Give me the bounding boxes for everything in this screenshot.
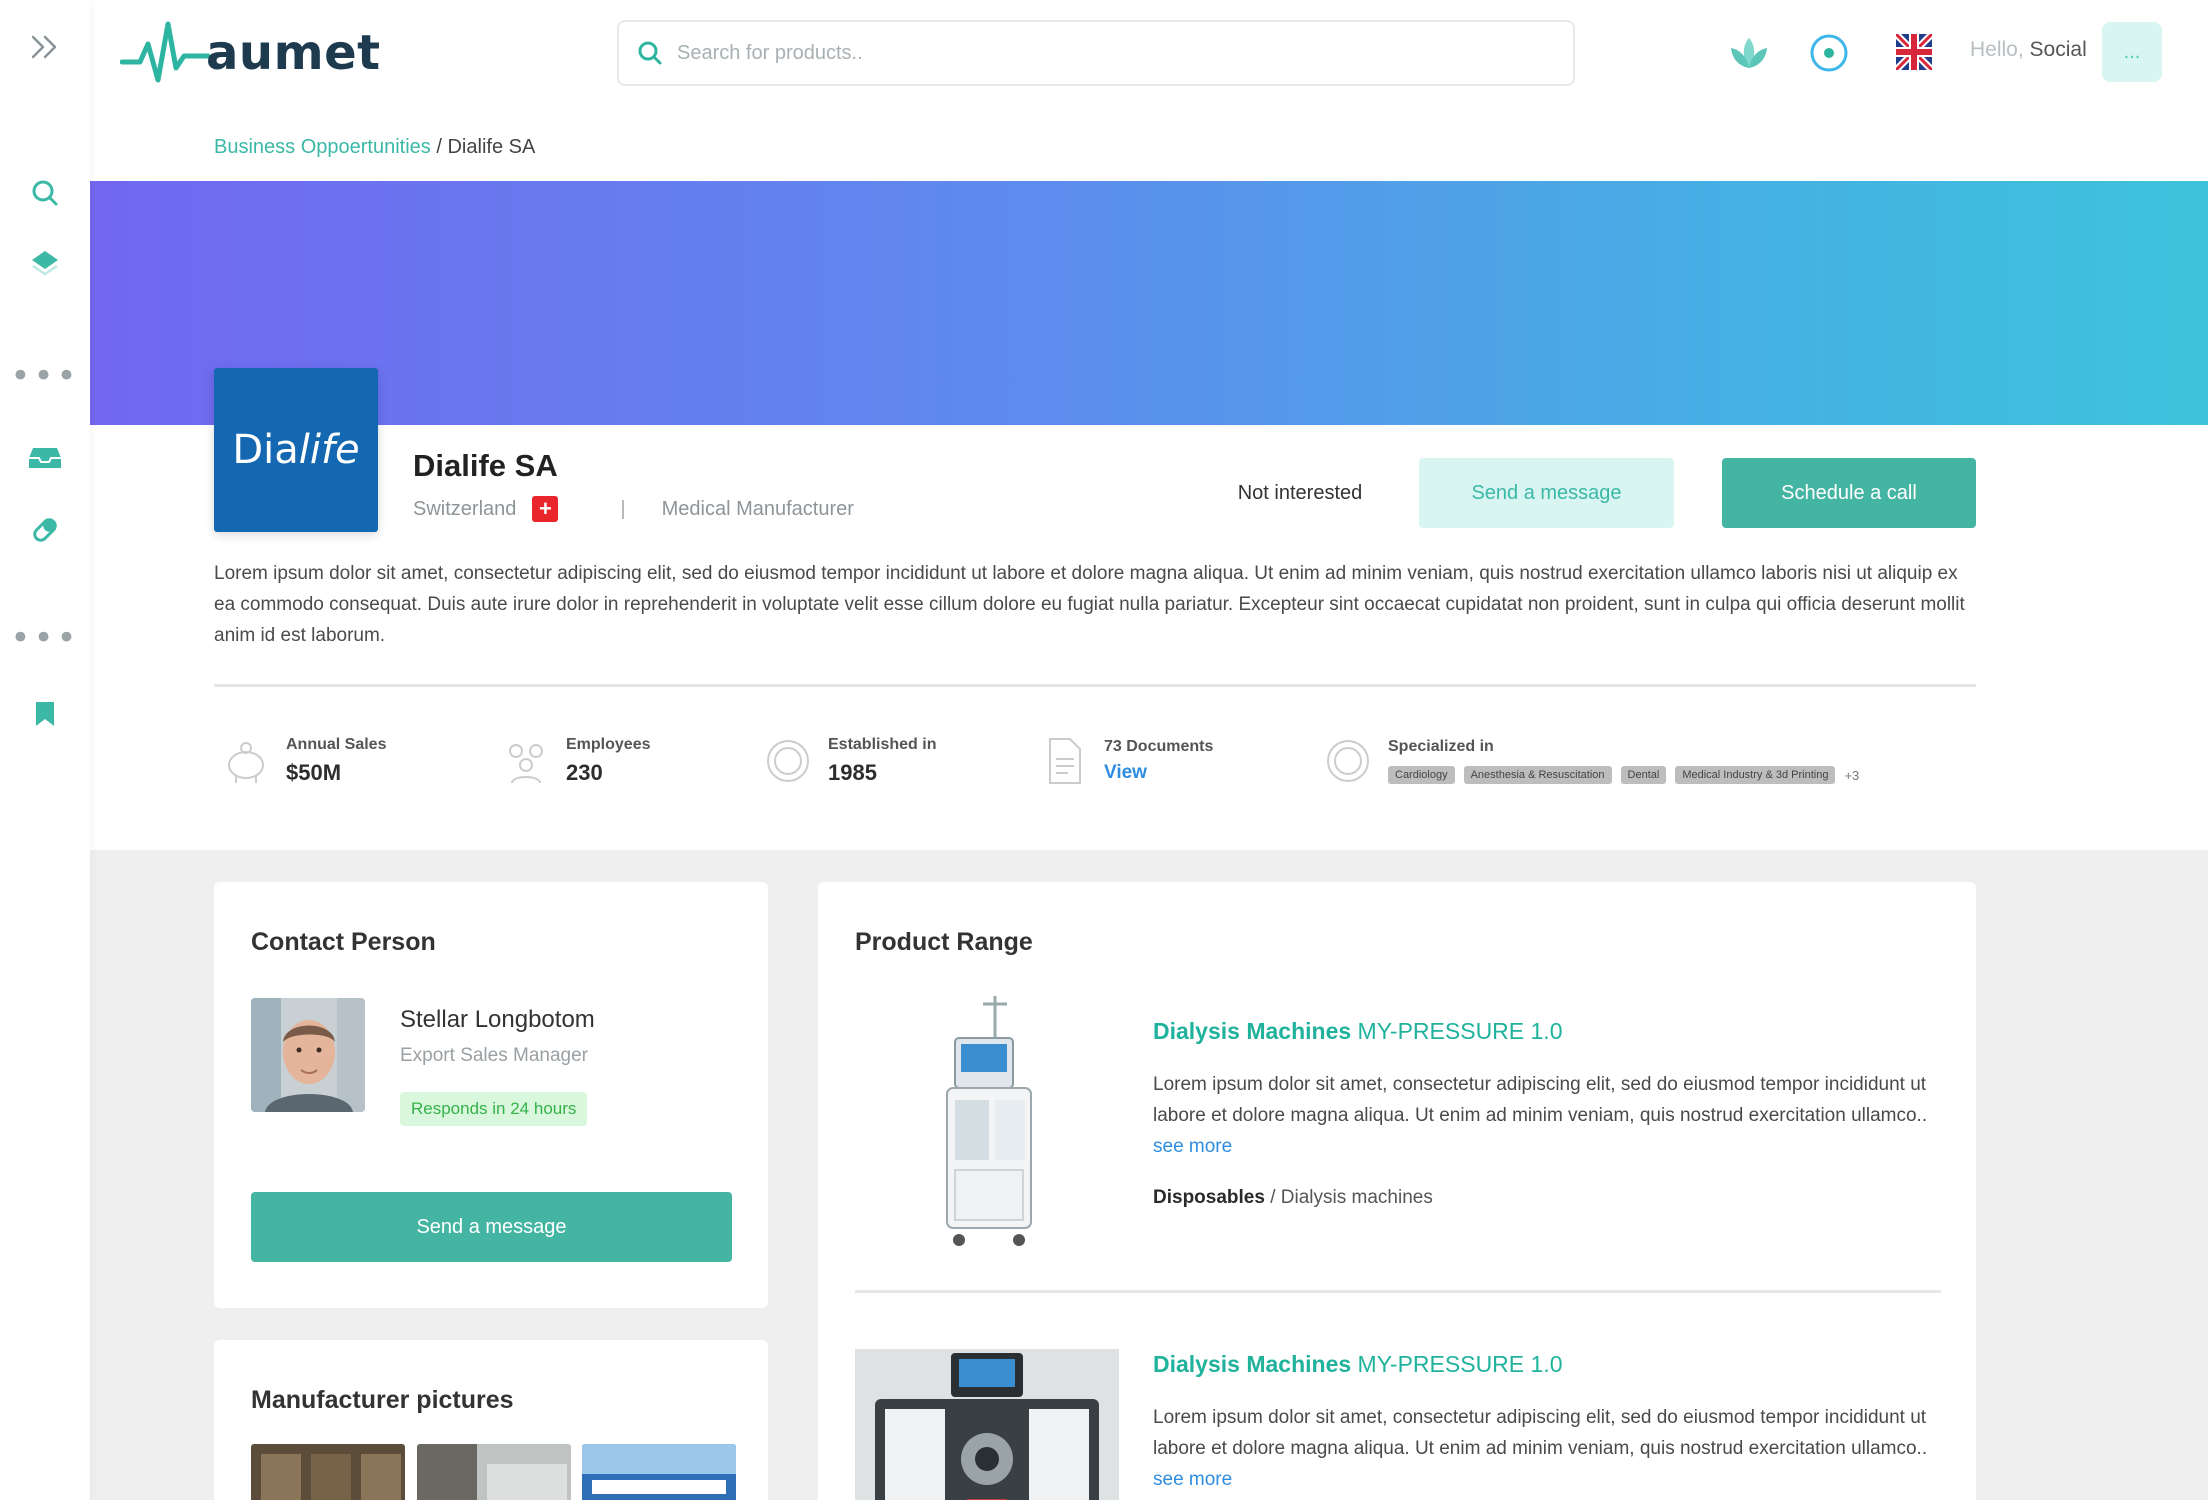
stat-established: Established in 1985 (762, 735, 936, 787)
breadcrumb-current: Dialife SA (447, 136, 536, 158)
breadcrumb-parent[interactable]: Business Oppoertunities (214, 136, 431, 158)
search-bar[interactable] (617, 20, 1575, 86)
manufacturer-picture[interactable] (582, 1444, 736, 1500)
lotus-icon[interactable] (1726, 30, 1772, 81)
send-message-button[interactable]: Send a message (1419, 458, 1674, 528)
stat-specialized: Specialized in Cardiology Anesthesia & R… (1322, 735, 1859, 787)
search-icon[interactable] (0, 178, 90, 208)
more-tags[interactable]: +3 (1844, 768, 1859, 783)
search-input[interactable] (677, 41, 1537, 65)
product-image[interactable] (855, 992, 1119, 1262)
contact-photo (251, 998, 365, 1112)
product-divider (855, 1290, 1941, 1293)
pictures-title: Manufacturer pictures (251, 1386, 514, 1414)
company-type: Medical Manufacturer (661, 497, 854, 520)
specialty-tags: Cardiology Anesthesia & Resuscitation De… (1388, 766, 1859, 784)
stat-documents: 73 Documents View (1038, 735, 1213, 787)
company-name: Dialife SA (413, 448, 558, 483)
expand-icon[interactable] (0, 34, 90, 60)
see-more-link[interactable]: see more (1153, 1469, 1232, 1490)
layers-icon[interactable] (0, 248, 90, 278)
view-documents-link[interactable]: View (1104, 762, 1213, 784)
product-title[interactable]: Dialysis Machines MY-PRESSURE 1.0 (1153, 1351, 1563, 1378)
manufacturer-pictures-card: Manufacturer pictures (214, 1340, 768, 1500)
see-more-link[interactable]: see more (1153, 1136, 1232, 1157)
search-icon (638, 41, 662, 65)
specialty-tag[interactable]: Anesthesia & Resuscitation (1463, 766, 1612, 784)
contact-role: Export Sales Manager (400, 1045, 588, 1066)
product-category: Disposables / Dialysis machines (1153, 1187, 1433, 1208)
product-range-card: Product Range Dialysis Machines MY-PRESS… (818, 882, 1976, 1500)
company-meta: Switzerland + | Medical Manufacturer (413, 496, 854, 522)
product-title[interactable]: Dialysis Machines MY-PRESSURE 1.0 (1153, 1018, 1563, 1045)
user-name: Social (2029, 38, 2087, 61)
not-interested-button[interactable]: Not interested (1200, 458, 1400, 528)
breadcrumb: Business Oppoertunities / Dialife SA (214, 136, 536, 158)
more-icon[interactable]: ••• (0, 359, 90, 393)
top-header: aumet Hello, Social ... (90, 0, 2208, 110)
schedule-call-button[interactable]: Schedule a call (1722, 458, 1976, 528)
pill-icon[interactable] (0, 514, 90, 546)
contact-send-message-button[interactable]: Send a message (251, 1192, 732, 1262)
divider (214, 684, 1976, 687)
contact-title: Contact Person (251, 928, 436, 956)
company-country: Switzerland (413, 497, 517, 520)
product-range-title: Product Range (855, 928, 1033, 956)
target-outline-icon (1327, 740, 1369, 782)
contact-person-card: Contact Person Stellar Longbotom Export … (214, 882, 768, 1308)
uk-flag-icon[interactable] (1893, 31, 1935, 75)
stat-annual-sales: Annual Sales $50M (220, 735, 386, 787)
contact-name: Stellar Longbotom (400, 1006, 595, 1033)
pulse-icon (120, 21, 210, 83)
specialty-tag[interactable]: Cardiology (1388, 766, 1455, 784)
specialty-tag[interactable]: Medical Industry & 3d Printing (1675, 766, 1836, 784)
manufacturer-picture[interactable] (251, 1444, 405, 1500)
specialty-tag[interactable]: Dental (1620, 766, 1667, 784)
company-logo: Dia life (214, 368, 378, 532)
product-description: Lorem ipsum dolor sit amet, consectetur … (1153, 1074, 1928, 1157)
avatar[interactable]: ... (2102, 22, 2162, 82)
piggy-bank-icon (228, 742, 264, 783)
user-greeting: Hello, Social (1970, 38, 2087, 61)
product-image[interactable] (855, 1349, 1119, 1500)
manufacturer-picture[interactable] (417, 1444, 571, 1500)
sidebar: ••• ••• (0, 0, 90, 1500)
more-icon[interactable]: ••• (0, 621, 90, 655)
people-icon (509, 744, 543, 784)
cover-banner (90, 181, 2208, 425)
inbox-icon[interactable] (0, 444, 90, 472)
aumet-logo[interactable]: aumet (120, 18, 381, 88)
document-icon (1049, 738, 1081, 784)
target-icon[interactable] (1808, 32, 1850, 79)
stat-employees: Employees 230 (500, 735, 650, 787)
globe-icon (767, 740, 809, 782)
swiss-flag-icon: + (532, 496, 559, 522)
product-description: Lorem ipsum dolor sit amet, consectetur … (1153, 1407, 1928, 1490)
response-time-badge: Responds in 24 hours (400, 1092, 588, 1126)
company-description: Lorem ipsum dolor sit amet, consectetur … (214, 563, 1965, 646)
company-profile: Business Oppoertunities / Dialife SA Dia… (90, 110, 2208, 850)
logo-text: aumet (206, 25, 381, 81)
bookmark-icon[interactable] (0, 700, 90, 728)
